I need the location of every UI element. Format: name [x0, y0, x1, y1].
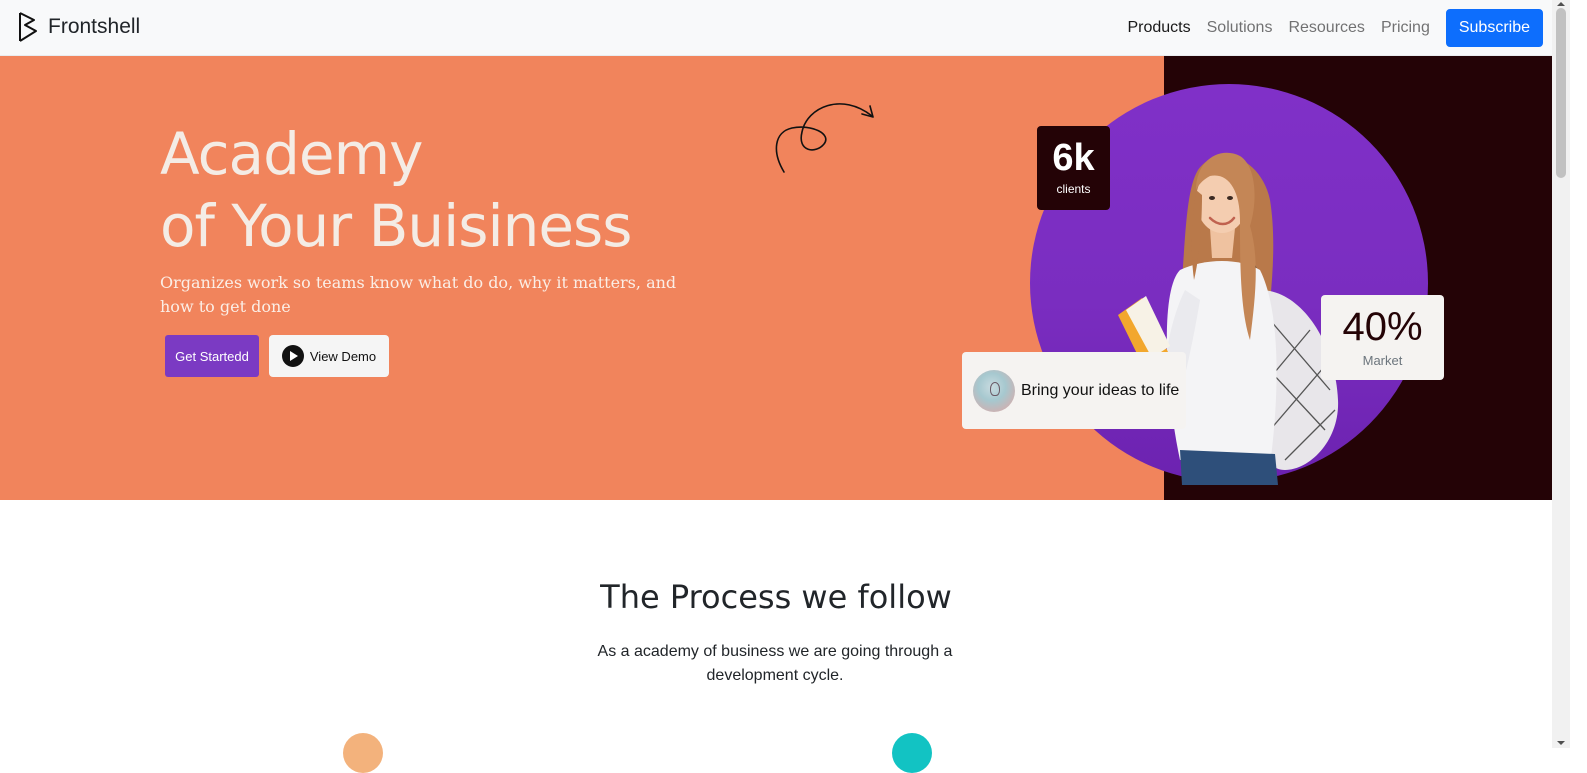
play-icon [281, 345, 304, 367]
hero-title-line2: of Your Buisiness [160, 192, 632, 260]
brand-name: Frontshell [48, 15, 141, 38]
nav-link-resources[interactable]: Resources [1288, 19, 1364, 37]
subscribe-button[interactable]: Subscribe [1445, 9, 1543, 47]
hero-title-line1: Academy [160, 120, 423, 188]
nav-links: Products Solutions Resources Pricing Sub… [1111, 9, 1543, 47]
stat-clients-card: 6k clients [1037, 126, 1110, 210]
lightbulb-icon [973, 369, 1015, 412]
brand-logo-icon [19, 12, 37, 42]
stat-market-label: Market [1362, 353, 1403, 368]
nav-link-solutions[interactable]: Solutions [1207, 19, 1273, 37]
stat-market-value: 40% [1342, 305, 1423, 349]
navbar: Frontshell Products Solutions Resources … [0, 0, 1570, 56]
stat-clients-value: 6k [1052, 137, 1095, 179]
student-photo [1118, 152, 1339, 485]
process-step-icon-2 [892, 733, 932, 773]
ideas-card-text: Bring your ideas to life [1021, 381, 1180, 399]
process-title: The Process we follow [600, 578, 952, 616]
brand[interactable]: Frontshell [16, 11, 140, 43]
hero-title: Academy of Your Buisiness [160, 118, 632, 262]
ideas-card: Bring your ideas to life [962, 352, 1186, 429]
scrollbar-thumb[interactable] [1556, 8, 1566, 178]
arrow-doodle-icon [775, 103, 874, 173]
stat-market-card: 40% Market [1321, 295, 1444, 380]
nav-link-pricing[interactable]: Pricing [1381, 19, 1430, 37]
view-demo-label: View Demo [309, 348, 377, 364]
page-scrollbar[interactable] [1552, 0, 1570, 748]
stat-clients-label: clients [1056, 182, 1091, 196]
view-demo-button[interactable]: View Demo [269, 335, 389, 377]
process-subtitle: As a academy of business we are going th… [597, 643, 953, 684]
scroll-down-icon[interactable] [1557, 741, 1565, 745]
hero-subtitle: Organizes work so teams know what do do,… [160, 273, 677, 316]
process-step-icon-1 [343, 733, 383, 773]
scroll-up-icon[interactable] [1557, 2, 1565, 6]
get-started-button[interactable]: Get Startedd [165, 335, 259, 377]
nav-link-products[interactable]: Products [1127, 19, 1190, 37]
